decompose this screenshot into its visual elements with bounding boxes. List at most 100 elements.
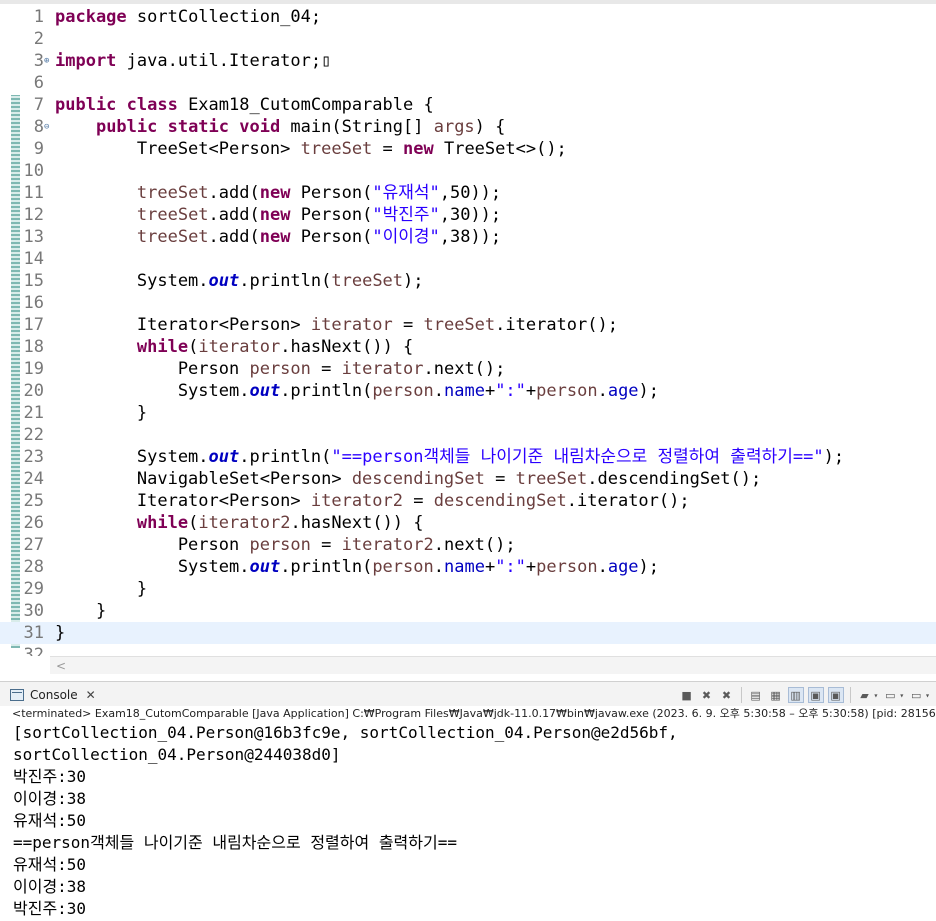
scroll-lock-icon[interactable]: ▦ [768, 687, 784, 703]
display-console-icon[interactable]: ▭ [882, 687, 898, 703]
code-line[interactable]: 32 [0, 644, 936, 656]
close-icon[interactable]: ✕ [86, 688, 96, 702]
code-text: } [55, 601, 107, 621]
line-number: 13 [23, 227, 44, 247]
terminate-icon[interactable]: ■ [679, 687, 695, 703]
code-text: System.out.println(treeSet); [55, 271, 424, 291]
console-output-line: 박진주:30 [13, 767, 87, 786]
pin-console-icon[interactable]: ▰ [857, 687, 873, 703]
code-text: Person person = iterator2.next(); [55, 535, 516, 555]
console-output-line: 박진주:30 [13, 899, 87, 918]
console-output-line: 유재석:50 [13, 811, 87, 830]
code-line[interactable]: 2 [0, 28, 936, 50]
chevron-down-icon[interactable]: ▾ [899, 691, 904, 700]
console-output-line: 이이경:38 [13, 789, 87, 808]
code-line[interactable]: 29 } [0, 578, 936, 600]
code-text: import java.util.Iterator;▯ [55, 51, 332, 71]
code-text: } [55, 403, 148, 423]
code-text: public static void main(String[] args) { [95, 117, 506, 137]
code-text: System.out.println(person.name+":"+perso… [55, 381, 660, 401]
code-line[interactable]: 26 while(iterator2.hasNext()) { [0, 512, 936, 534]
show-on-stderr-icon[interactable]: ▣ [827, 687, 844, 703]
code-text: package sortCollection_04; [55, 7, 322, 27]
console-toolbar: ■ ✖ ✖ ▤ ▦ ▥ ▣ ▣ ▰ ▾ ▭ ▾ ▭ ▾ [679, 686, 930, 704]
line-number: 3 [33, 51, 44, 71]
code-line[interactable]: 20 System.out.println(person.name+":"+pe… [0, 380, 936, 402]
code-line[interactable]: 19 Person person = iterator.next(); [0, 358, 936, 380]
code-text: while(iterator2.hasNext()) { [136, 513, 424, 533]
code-line[interactable]: 13 treeSet.add(new Person("이이경",38)); [0, 226, 936, 248]
code-line[interactable]: 1 package sortCollection_04; [0, 6, 936, 28]
line-number: 16 [23, 293, 44, 313]
code-line[interactable]: 6 [0, 72, 936, 94]
console-icon [10, 689, 24, 701]
code-line[interactable]: 16 [0, 292, 936, 314]
toolbar-separator [740, 687, 742, 703]
line-number: 8 [33, 117, 44, 137]
code-text: treeSet.add(new Person("유재석",50)); [136, 183, 502, 203]
line-number: 6 [33, 73, 44, 93]
open-console-icon[interactable]: ▭ [908, 687, 924, 703]
line-number: 29 [23, 579, 44, 599]
code-line[interactable]: 10 [0, 160, 936, 182]
clear-console-icon[interactable]: ▤ [748, 687, 764, 703]
launch-status: <terminated> Exam18_CutomComparable [Jav… [0, 706, 936, 722]
code-text: public class Exam18_CutomComparable { [55, 95, 434, 115]
code-line[interactable]: 11 treeSet.add(new Person("유재석",50)); [0, 182, 936, 204]
line-number: 10 [23, 161, 44, 181]
line-number: 20 [23, 381, 44, 401]
chevron-down-icon[interactable]: ▾ [874, 691, 879, 700]
code-line[interactable]: 17 Iterator<Person> iterator = treeSet.i… [0, 314, 936, 336]
line-number: 14 [23, 249, 44, 269]
console-output[interactable]: [sortCollection_04.Person@16b3fc9e, sort… [0, 722, 936, 921]
code-line[interactable]: 15 System.out.println(treeSet); [0, 270, 936, 292]
line-number: 25 [23, 491, 44, 511]
show-on-stdout-icon[interactable]: ▣ [807, 687, 824, 703]
code-text: System.out.println(person.name+":"+perso… [55, 557, 660, 577]
code-line[interactable]: 23 System.out.println("==person객체들 나이기준 … [0, 446, 936, 468]
code-line[interactable]: 9 TreeSet<Person> treeSet = new TreeSet<… [0, 138, 936, 160]
horizontal-scrollbar[interactable]: < [50, 656, 936, 674]
code-line[interactable]: 12 treeSet.add(new Person("박진주",30)); [0, 204, 936, 226]
fold-toggle-icon[interactable]: ⊖ [44, 116, 49, 138]
line-number: 7 [33, 95, 44, 115]
line-number: 31 [23, 623, 44, 643]
code-line[interactable]: 30 } [0, 600, 936, 622]
code-text: treeSet.add(new Person("박진주",30)); [136, 205, 502, 225]
remove-launch-icon[interactable]: ✖ [699, 687, 715, 703]
code-line[interactable]: 14 [0, 248, 936, 270]
chevron-down-icon[interactable]: ▾ [925, 691, 930, 700]
code-line[interactable]: 25 Iterator<Person> iterator2 = descendi… [0, 490, 936, 512]
line-number: 30 [23, 601, 44, 621]
scroll-left-icon[interactable]: < [56, 657, 66, 675]
line-number: 28 [23, 557, 44, 577]
code-line[interactable]: 27 Person person = iterator2.next(); [0, 534, 936, 556]
code-text: System.out.println("==person객체들 나이기준 내림차… [55, 447, 845, 467]
fold-toggle-icon[interactable]: ⊕ [44, 50, 49, 72]
code-line[interactable]: 28 System.out.println(person.name+":"+pe… [0, 556, 936, 578]
tab-console[interactable]: Console ✕ [10, 684, 96, 706]
toolbar-separator [849, 687, 851, 703]
code-line[interactable]: 7 public class Exam18_CutomComparable { [0, 94, 936, 116]
word-wrap-icon[interactable]: ▥ [787, 687, 804, 703]
code-line[interactable]: 8 ⊖ public static void main(String[] args… [0, 116, 936, 138]
line-number: 23 [23, 447, 44, 467]
code-text: } [55, 579, 148, 599]
code-line[interactable]: 18 while(iterator.hasNext()) { [0, 336, 936, 358]
code-line[interactable]: 22 [0, 424, 936, 446]
code-line[interactable]: 3 ⊕ import java.util.Iterator;▯ [0, 50, 936, 72]
line-number: 2 [33, 29, 44, 49]
code-text: Iterator<Person> iterator = treeSet.iter… [55, 315, 618, 335]
line-number: 26 [23, 513, 44, 533]
line-number: 32 [23, 645, 44, 656]
line-number: 27 [23, 535, 44, 555]
code-line[interactable]: 21 } [0, 402, 936, 424]
code-line[interactable]: 31} [0, 622, 936, 644]
code-editor[interactable]: 1 package sortCollection_04; 2 3 ⊕ import jav… [0, 4, 936, 656]
console-output-line: ==person객체들 나이기준 내림차순으로 정렬하여 출력하기== [13, 833, 457, 852]
code-text: while(iterator.hasNext()) { [136, 337, 414, 357]
code-text: TreeSet<Person> treeSet = new TreeSet<>(… [55, 139, 567, 159]
remove-all-terminated-icon[interactable]: ✖ [719, 687, 735, 703]
code-line[interactable]: 24 NavigableSet<Person> descendingSet = … [0, 468, 936, 490]
console-view-header: Console ✕ ■ ✖ ✖ ▤ ▦ ▥ ▣ ▣ ▰ ▾ ▭ ▾ ▭ ▾ [0, 681, 936, 706]
